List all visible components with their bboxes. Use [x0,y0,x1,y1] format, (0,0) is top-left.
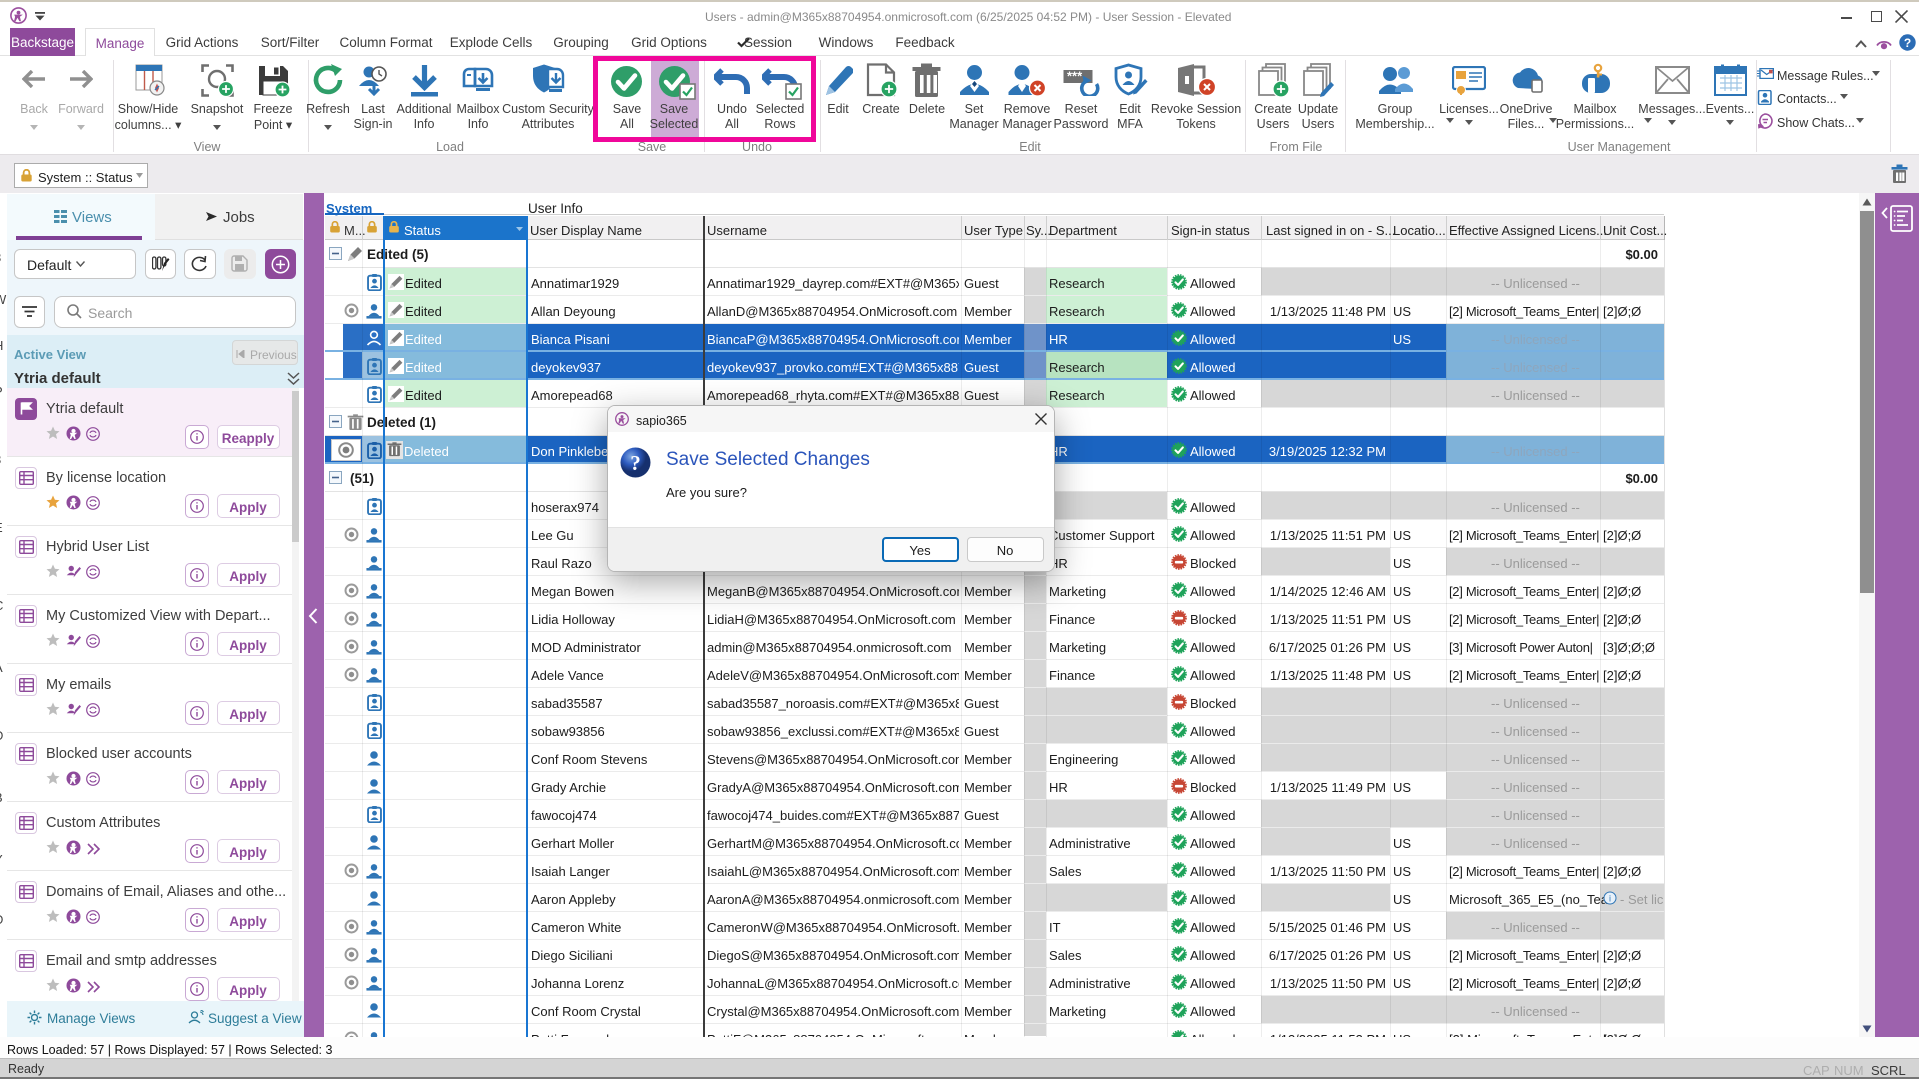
svg-text:***: *** [1067,69,1083,84]
svg-text:i: i [1609,894,1611,904]
svg-text:?: ? [1904,36,1911,50]
svg-text:?: ? [630,451,641,475]
